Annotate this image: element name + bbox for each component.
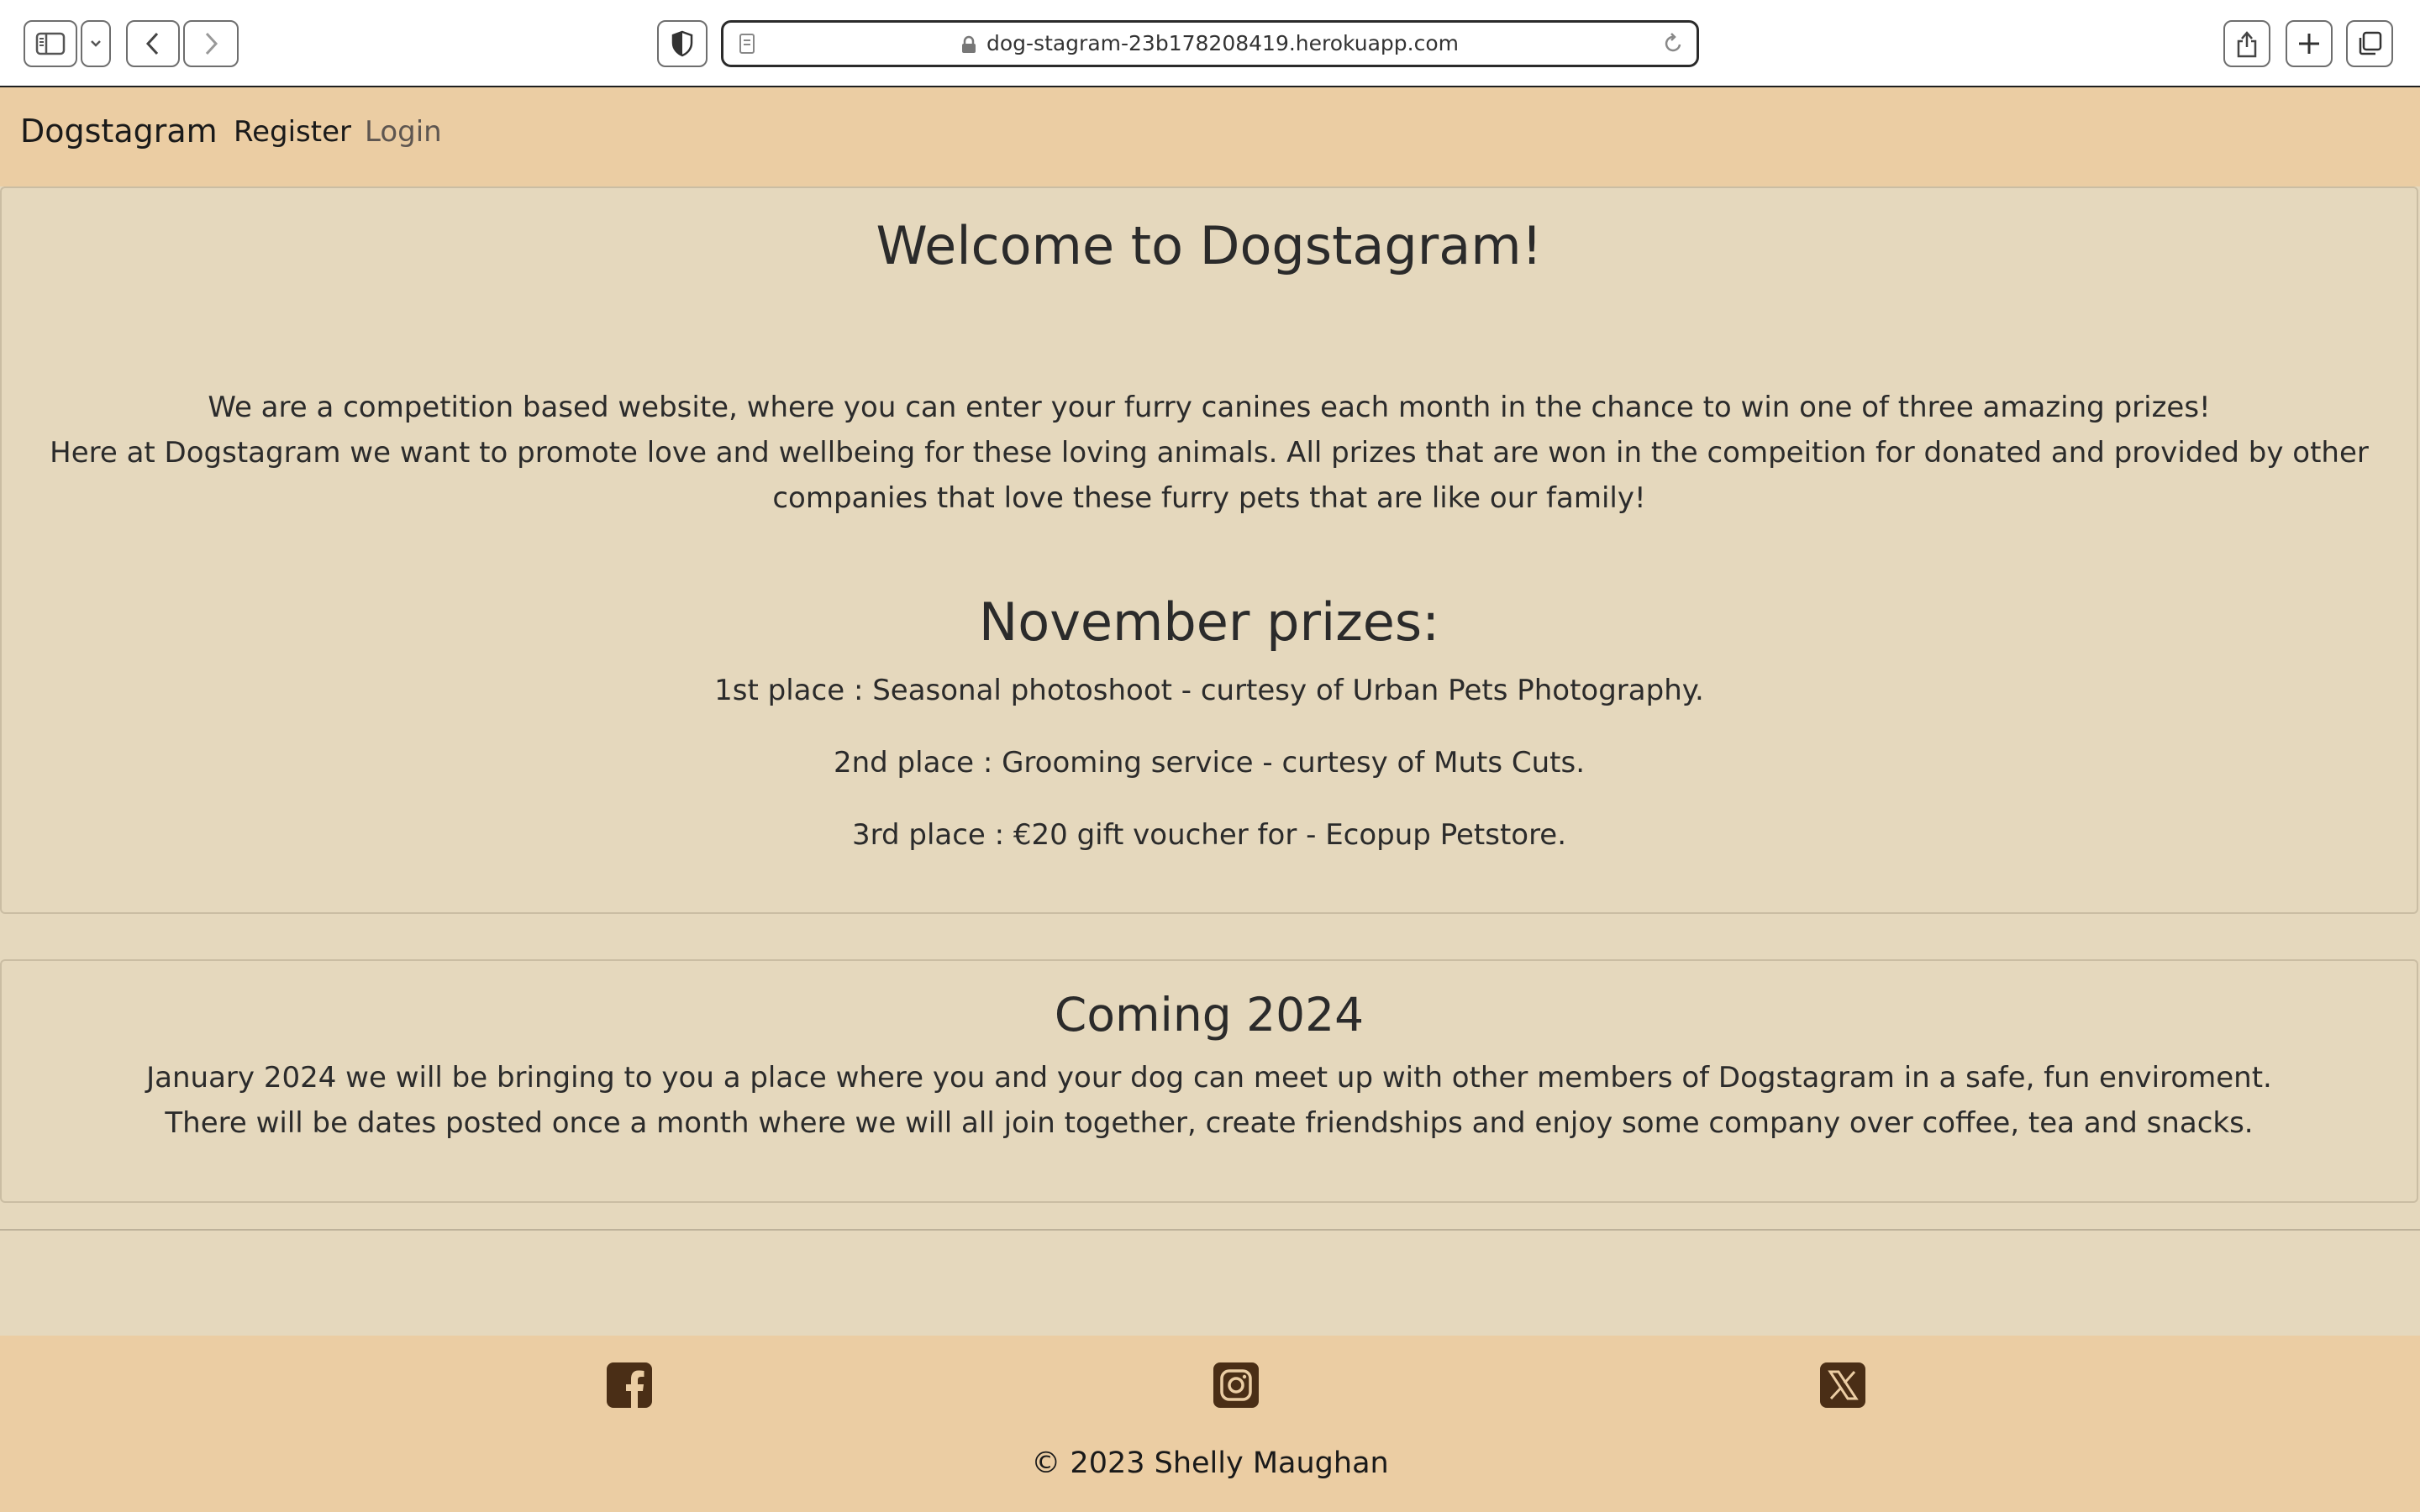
tab-overview-button[interactable] (2346, 20, 2393, 67)
share-icon (2237, 31, 2257, 58)
prize-second: 2nd place : Grooming service - curtesy o… (833, 746, 1586, 780)
coming-text: January 2024 we will be bringing to you … (146, 1061, 2272, 1140)
url-display: dog-stagram-23b178208419.herokuapp.com (723, 23, 1697, 65)
site-footer: © 2023 Shelly Maughan (0, 1336, 2420, 1512)
browser-toolbar: dog-stagram-23b178208419.herokuapp.com (0, 0, 2420, 87)
facebook-icon[interactable] (607, 1362, 652, 1408)
welcome-heading: Welcome to Dogstagram! (876, 215, 1543, 276)
chevron-right-icon (205, 32, 218, 55)
instagram-icon[interactable] (1213, 1362, 1259, 1408)
nav-login-link[interactable]: Login (365, 115, 442, 149)
prize-third: 3rd place : €20 gift voucher for - Ecopu… (851, 818, 1567, 852)
coming-2024-card: Coming 2024 January 2024 we will be brin… (0, 959, 2418, 1203)
tabs-icon (2359, 31, 2382, 55)
intro-text: We are a competition based website, wher… (27, 385, 2391, 521)
privacy-shield-button[interactable] (657, 20, 708, 67)
share-button[interactable] (2223, 20, 2270, 67)
site-navbar: Dogstagram Register Login (0, 87, 2420, 186)
plus-icon (2299, 34, 2319, 54)
back-button[interactable] (126, 20, 180, 67)
nav-register-link[interactable]: Register (234, 115, 351, 149)
tab-group-dropdown-button[interactable] (81, 20, 111, 67)
intro-line-1: We are a competition based website, wher… (208, 391, 2211, 424)
prize-first: 1st place : Seasonal photoshoot - curtes… (714, 674, 1704, 707)
sidebar-icon (35, 32, 66, 55)
reload-icon[interactable] (1661, 31, 1685, 56)
lock-icon (961, 35, 976, 53)
copyright-text: © 2023 Shelly Maughan (1031, 1446, 1389, 1480)
chevron-down-icon (91, 40, 101, 47)
address-bar[interactable]: dog-stagram-23b178208419.herokuapp.com (721, 20, 1699, 67)
forward-button[interactable] (183, 20, 239, 67)
x-twitter-icon[interactable] (1820, 1362, 1865, 1408)
sidebar-toggle-button[interactable] (24, 20, 77, 67)
coming-heading: Coming 2024 (1054, 988, 1365, 1042)
shield-icon (671, 30, 693, 57)
prizes-heading: November prizes: (978, 591, 1440, 653)
intro-line-2: Here at Dogstagram we want to promote lo… (50, 436, 2369, 515)
chevron-left-icon (145, 32, 159, 55)
brand-logo-link[interactable]: Dogstagram (20, 113, 218, 150)
url-text: dog-stagram-23b178208419.herokuapp.com (986, 31, 1460, 55)
divider (0, 1229, 2420, 1231)
welcome-card: Welcome to Dogstagram! We are a competit… (0, 186, 2418, 914)
new-tab-button[interactable] (2286, 20, 2333, 67)
